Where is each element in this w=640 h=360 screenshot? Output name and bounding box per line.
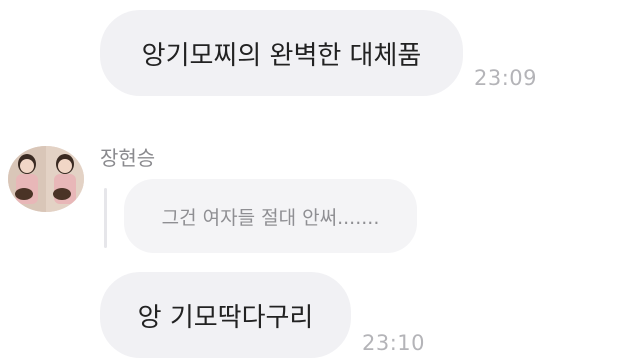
sender-name: 장현승 bbox=[100, 146, 156, 170]
message-bubble[interactable]: 앙 기모딱다구리 bbox=[100, 272, 351, 358]
message-text: 앙 기모딱다구리 bbox=[137, 302, 314, 333]
avatar[interactable] bbox=[8, 146, 84, 212]
message-text: 앙기모찌의 완벽한 대체품 bbox=[141, 40, 422, 71]
quoted-message[interactable]: 그건 여자들 절대 안써....... bbox=[124, 179, 417, 253]
chat-view: 앙기모찌의 완벽한 대체품 23:09 장현승 그건 여자들 절대 안써....… bbox=[0, 0, 640, 360]
message-timestamp: 23:10 bbox=[362, 331, 426, 355]
quoted-text: 그건 여자들 절대 안써....... bbox=[161, 206, 380, 229]
reply-indicator bbox=[104, 188, 107, 248]
message-bubble[interactable]: 앙기모찌의 완벽한 대체품 bbox=[100, 10, 463, 96]
profile-photo-icon bbox=[8, 146, 84, 212]
message-timestamp: 23:09 bbox=[474, 66, 538, 90]
